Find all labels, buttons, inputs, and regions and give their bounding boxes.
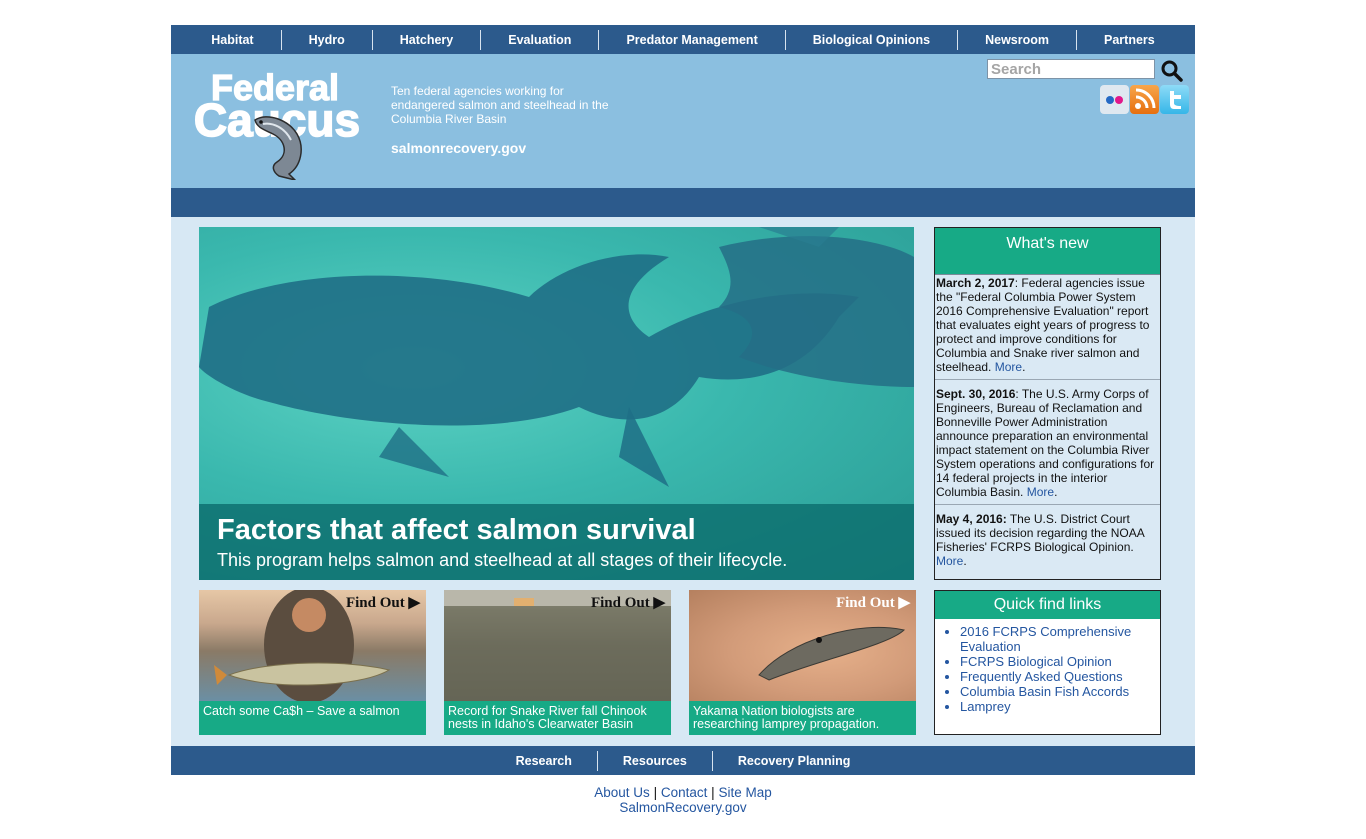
nav-biological-opinions[interactable]: Biological Opinions: [784, 29, 957, 50]
nav-habitat[interactable]: Habitat: [184, 30, 280, 50]
quick-links-list: 2016 FCRPS Comprehensive Evaluation FCRP…: [935, 624, 1160, 714]
news-date: Sept. 30, 2016: [936, 387, 1016, 401]
quick-links-heading: Quick find links: [935, 591, 1160, 619]
hero-subtitle: This program helps salmon and steelhead …: [217, 550, 788, 570]
more-link[interactable]: More: [995, 360, 1022, 374]
bottom-nav: Research Resources Recovery Planning: [171, 746, 1195, 775]
whats-new-heading: What's new: [935, 228, 1160, 275]
list-item: Columbia Basin Fish Accords: [960, 684, 1160, 699]
news-tail: .: [963, 554, 967, 568]
federal-caucus-logo[interactable]: Federal Caucus: [193, 62, 363, 180]
news-date: May 4, 2016:: [936, 512, 1007, 526]
quick-link[interactable]: FCRPS Biological Opinion: [960, 654, 1112, 669]
site-header: Federal Caucus Ten federal agencies work…: [171, 54, 1195, 188]
header-sub-bar: [171, 188, 1195, 217]
feature-card[interactable]: Find Out ▶ Record for Snake River fall C…: [444, 590, 671, 735]
social-links: [1100, 85, 1189, 114]
site-home-link[interactable]: SalmonRecovery.gov: [619, 800, 746, 815]
find-out-badge: Find Out ▶: [835, 595, 910, 611]
about-us-link[interactable]: About Us: [594, 785, 650, 800]
flickr-icon[interactable]: [1100, 85, 1129, 114]
quick-link[interactable]: 2016 FCRPS Comprehensive Evaluation: [960, 624, 1131, 654]
rss-icon[interactable]: [1130, 85, 1159, 114]
top-nav: Habitat Hydro Hatchery Evaluation Predat…: [171, 25, 1195, 54]
news-tail: .: [1054, 485, 1058, 499]
domain-label: salmonrecovery.gov: [391, 140, 527, 156]
card-caption: Catch some Ca$h – Save a salmon: [199, 701, 426, 735]
nav-partners[interactable]: Partners: [1076, 29, 1182, 50]
footer-links: About Us | Contact | Site Map: [171, 785, 1195, 800]
nav-predator-management[interactable]: Predator Management: [598, 29, 784, 50]
contact-link[interactable]: Contact: [661, 785, 708, 800]
nav-resources[interactable]: Resources: [596, 750, 712, 771]
news-date: March 2, 2017: [936, 276, 1015, 290]
list-item: Lamprey: [960, 699, 1160, 714]
quick-link[interactable]: Columbia Basin Fish Accords: [960, 684, 1129, 699]
news-item: Sept. 30, 2016: The U.S. Army Corps of E…: [935, 381, 1160, 505]
news-tail: .: [1022, 360, 1026, 374]
card-caption: Record for Snake River fall Chinook nest…: [444, 701, 671, 735]
quick-link[interactable]: Frequently Asked Questions: [960, 669, 1123, 684]
footer-separator: |: [711, 785, 715, 800]
news-item: May 4, 2016: The U.S. District Court iss…: [935, 506, 1160, 573]
card-caption: Yakama Nation biologists are researching…: [689, 701, 916, 735]
site-map-link[interactable]: Site Map: [718, 785, 771, 800]
hero-banner[interactable]: Factors that affect salmon survival This…: [199, 227, 914, 580]
quick-link[interactable]: Lamprey: [960, 699, 1011, 714]
feature-card[interactable]: Find Out ▶ Yakama Nation biologists are …: [689, 590, 916, 735]
whats-new-panel: What's new March 2, 2017: Federal agenci…: [934, 227, 1161, 580]
nav-hydro[interactable]: Hydro: [280, 29, 372, 50]
footer: About Us | Contact | Site Map SalmonReco…: [171, 775, 1195, 815]
news-item: March 2, 2017: Federal agencies issue th…: [935, 276, 1160, 380]
news-text: : The U.S. Army Corps of Engineers, Bure…: [936, 387, 1155, 499]
nav-hatchery[interactable]: Hatchery: [371, 29, 481, 50]
news-text: : Federal agencies issue the "Federal Co…: [936, 276, 1150, 374]
twitter-icon[interactable]: [1160, 85, 1189, 114]
find-out-badge: Find Out ▶: [345, 595, 420, 611]
more-link[interactable]: More: [936, 554, 963, 568]
list-item: FCRPS Biological Opinion: [960, 654, 1160, 669]
search-icon[interactable]: [1160, 59, 1184, 83]
feature-card[interactable]: Find Out ▶ Catch some Ca$h – Save a salm…: [199, 590, 426, 735]
page: Habitat Hydro Hatchery Evaluation Predat…: [171, 25, 1195, 815]
more-link[interactable]: More: [1027, 485, 1054, 499]
nav-newsroom[interactable]: Newsroom: [957, 29, 1076, 50]
list-item: 2016 FCRPS Comprehensive Evaluation: [960, 624, 1160, 654]
hero-caption: Factors that affect salmon survival This…: [199, 504, 914, 580]
search-input[interactable]: [987, 59, 1155, 79]
main-content: Factors that affect salmon survival This…: [171, 217, 1195, 746]
tagline: Ten federal agencies working for endange…: [391, 84, 609, 126]
find-out-badge: Find Out ▶: [590, 595, 665, 611]
nav-research[interactable]: Research: [491, 751, 597, 771]
quick-links-panel: Quick find links 2016 FCRPS Comprehensiv…: [934, 590, 1161, 735]
list-item: Frequently Asked Questions: [960, 669, 1160, 684]
nav-evaluation[interactable]: Evaluation: [480, 29, 598, 50]
footer-separator: |: [653, 785, 658, 800]
hero-title: Factors that affect salmon survival: [217, 514, 696, 546]
nav-recovery-planning[interactable]: Recovery Planning: [711, 750, 876, 771]
